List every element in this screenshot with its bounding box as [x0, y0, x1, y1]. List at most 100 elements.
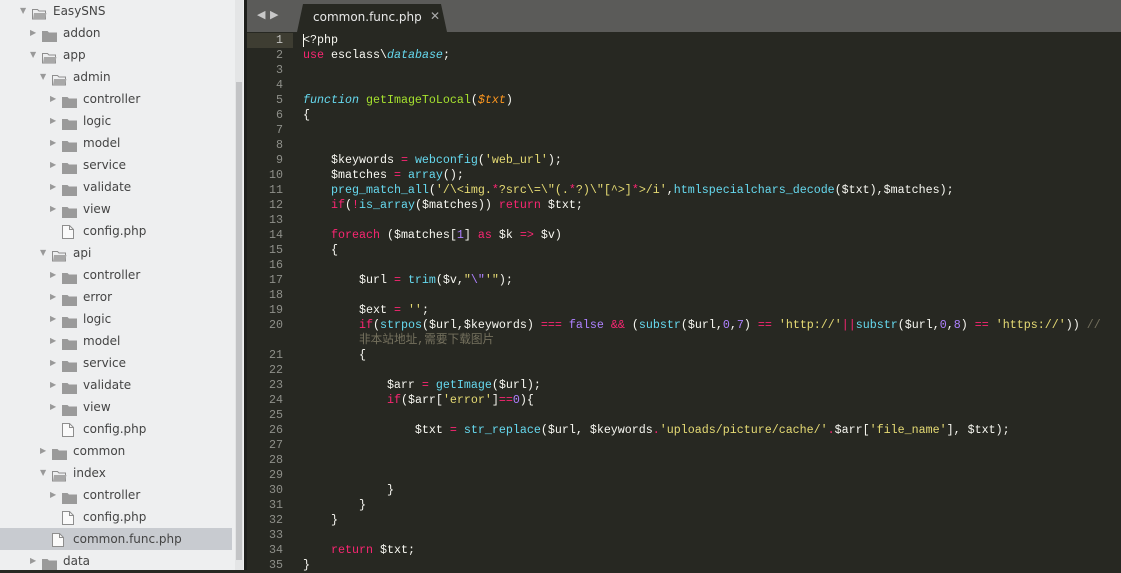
code-token: );	[498, 273, 513, 287]
code-token: ;	[442, 48, 450, 62]
code-token: ,	[666, 183, 674, 197]
chevron-right-icon[interactable]: ▶	[50, 286, 56, 308]
chevron-right-icon[interactable]: ▶	[50, 484, 56, 506]
sidebar-scrollbar-thumb[interactable]	[236, 82, 242, 560]
chevron-right-icon[interactable]: ▶	[50, 330, 56, 352]
chevron-right-icon[interactable]: ▶	[50, 264, 56, 286]
tree-item-api[interactable]: ▼ api	[0, 242, 232, 264]
line-number: 2	[276, 48, 283, 62]
tree-item-error[interactable]: ▶ error	[0, 286, 232, 308]
chevron-right-icon[interactable]: ▶	[50, 132, 56, 154]
line-number: 34	[269, 543, 283, 557]
nav-forward-icon[interactable]: ▶	[270, 8, 278, 21]
tree-item-EasySNS[interactable]: ▼ EasySNS	[0, 0, 232, 22]
chevron-right-icon[interactable]: ▶	[50, 198, 56, 220]
code-token: if	[330, 198, 345, 212]
tree-item-admin[interactable]: ▼ admin	[0, 66, 232, 88]
code-token: '"	[484, 273, 499, 287]
tree-item-model[interactable]: ▶ model	[0, 132, 232, 154]
tree-item-config-php[interactable]: config.php	[0, 418, 232, 440]
nav-back-icon[interactable]: ◀	[257, 8, 265, 21]
chevron-right-icon[interactable]: ▶	[30, 22, 36, 44]
tab-common-func-php[interactable]: common.func.php ✕	[297, 4, 447, 32]
code-editor[interactable]: 1 2 3 4 5 6 7 8 9 10 11 12 13 14 15 16 17 18 19 20 21 22 23 24 2…	[247, 32, 1121, 572]
chevron-right-icon[interactable]: ▶	[50, 154, 56, 176]
tree-item-addon[interactable]: ▶ addon	[0, 22, 232, 44]
chevron-down-icon[interactable]: ▼	[20, 0, 26, 22]
chevron-down-icon[interactable]: ▼	[40, 66, 46, 88]
tree-item-index[interactable]: ▼ index	[0, 462, 232, 484]
chevron-down-icon[interactable]: ▼	[40, 242, 46, 264]
tree-item-controller[interactable]: ▶ controller	[0, 484, 232, 506]
folder-open-icon	[52, 247, 67, 262]
folder-icon	[62, 137, 77, 152]
tree-item-view[interactable]: ▶ view	[0, 396, 232, 418]
folder-icon	[62, 357, 77, 372]
code-token: foreach	[330, 228, 380, 242]
code-token: )	[505, 93, 513, 107]
code-token: 'uploads/picture/cache/'	[659, 423, 828, 437]
close-icon[interactable]: ✕	[430, 9, 440, 23]
line-number: 17	[269, 273, 283, 287]
line-number: 32	[269, 513, 283, 527]
code-token: 0	[512, 393, 520, 407]
code-token: ($url, $keywords	[540, 423, 653, 437]
tree-item-label: view	[83, 400, 111, 414]
tree-item-config-php[interactable]: config.php	[0, 506, 232, 528]
code-token: ($url,	[680, 318, 723, 332]
code-token: (	[372, 318, 380, 332]
code-token: is_array	[358, 198, 415, 212]
tree-item-controller[interactable]: ▶ controller	[0, 88, 232, 110]
code-token: }	[303, 513, 338, 527]
chevron-right-icon[interactable]: ▶	[50, 396, 56, 418]
chevron-down-icon[interactable]: ▼	[40, 462, 46, 484]
code-token: )	[960, 318, 975, 332]
line-number: 33	[269, 528, 283, 542]
tree-item-model[interactable]: ▶ model	[0, 330, 232, 352]
code-token: substr	[638, 318, 681, 332]
tree-item-label: EasySNS	[53, 4, 106, 18]
code-token: }	[303, 483, 394, 497]
tree-item-service[interactable]: ▶ service	[0, 154, 232, 176]
tree-item-config-php[interactable]: config.php	[0, 220, 232, 242]
code-token: function	[303, 93, 359, 107]
chevron-down-icon[interactable]: ▼	[30, 44, 36, 66]
chevron-right-icon[interactable]: ▶	[50, 308, 56, 330]
line-number: 15	[269, 243, 283, 257]
tree-item-logic[interactable]: ▶ logic	[0, 110, 232, 132]
chevron-right-icon[interactable]: ▶	[50, 352, 56, 374]
line-number: 20	[269, 318, 283, 332]
tree-item-label: logic	[83, 114, 112, 128]
file-icon	[62, 510, 77, 525]
chevron-right-icon[interactable]: ▶	[50, 110, 56, 132]
tree-item-view[interactable]: ▶ view	[0, 198, 232, 220]
code-token: (	[477, 153, 485, 167]
code-token: ))	[1065, 318, 1087, 332]
tree-item-logic[interactable]: ▶ logic	[0, 308, 232, 330]
code-token: );	[547, 153, 562, 167]
chevron-right-icon[interactable]: ▶	[50, 176, 56, 198]
tree-item-validate[interactable]: ▶ validate	[0, 374, 232, 396]
line-number: 5	[276, 93, 283, 107]
tree-item-label: logic	[83, 312, 112, 326]
tree-item-service[interactable]: ▶ service	[0, 352, 232, 374]
tree-item-common-func-php[interactable]: common.func.php	[0, 528, 232, 550]
tree-item-controller[interactable]: ▶ controller	[0, 264, 232, 286]
chevron-right-icon[interactable]: ▶	[50, 88, 56, 110]
code-token: ();	[442, 168, 464, 182]
tree-item-data[interactable]: ▶ data	[0, 550, 232, 570]
tree-item-app[interactable]: ▼ app	[0, 44, 232, 66]
folder-icon	[62, 93, 77, 108]
chevron-right-icon[interactable]: ▶	[30, 550, 36, 570]
code-token: esclass\	[324, 48, 387, 62]
code-token: {	[303, 108, 310, 122]
chevron-right-icon[interactable]: ▶	[50, 374, 56, 396]
tree-item-validate[interactable]: ▶ validate	[0, 176, 232, 198]
code-token: =	[449, 423, 457, 437]
chevron-right-icon[interactable]: ▶	[40, 440, 46, 462]
folder-icon	[62, 291, 77, 306]
tab-title: common.func.php	[313, 10, 422, 24]
tree-item-common[interactable]: ▶ common	[0, 440, 232, 462]
